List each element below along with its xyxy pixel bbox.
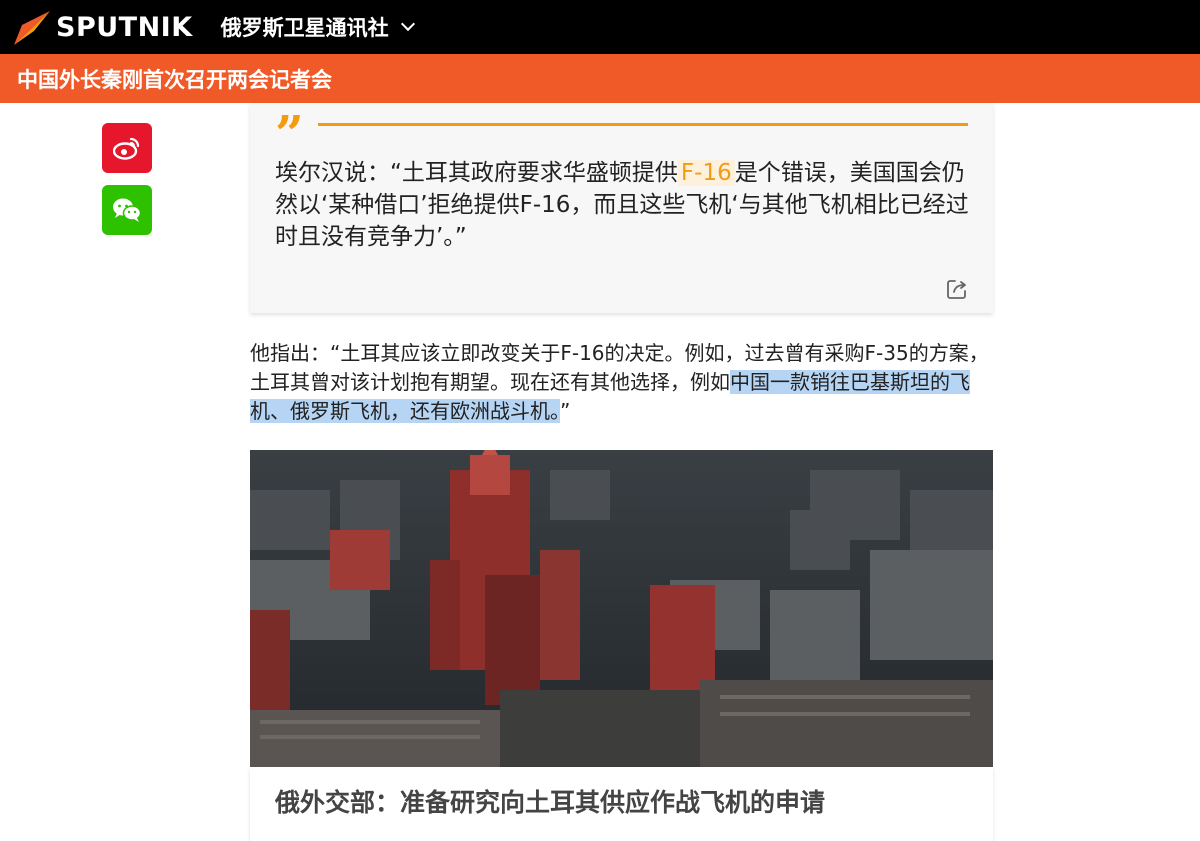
quote-text-start: 埃尔汉说：“土耳其政府要求华盛顿提供 bbox=[275, 160, 678, 186]
edition-selector[interactable]: 俄罗斯卫星通讯社 bbox=[220, 12, 415, 42]
top-bar: SPUTNIK 俄罗斯卫星通讯社 bbox=[0, 0, 1200, 54]
sputnik-logo[interactable]: SPUTNIK bbox=[12, 7, 193, 47]
related-article-title[interactable]: 俄外交部：准备研究向土耳其供应作战飞机的申请 bbox=[275, 783, 825, 819]
quote-divider bbox=[318, 123, 968, 126]
quote-text: 埃尔汉说：“土耳其政府要求华盛顿提供 F-16 是个错误，美国国会仍然以‘某种借口’… bbox=[275, 157, 975, 253]
wechat-icon bbox=[113, 198, 142, 222]
banner-title: 中国外长秦刚首次召开两会记者会 bbox=[17, 67, 332, 92]
article-paragraph: 他指出：“土耳其应该立即改变关于F-16的决定。例如，过去曾有采购F-35的方案… bbox=[250, 339, 995, 426]
weibo-icon bbox=[113, 137, 140, 160]
quote-card: ” 埃尔汉说：“土耳其政府要求华盛顿提供 F-16 是个错误，美国国会仍然以‘某种借… bbox=[250, 103, 993, 313]
share-quote-icon[interactable] bbox=[946, 278, 968, 300]
sputnik-logo-icon bbox=[14, 11, 50, 45]
city-skyline-image bbox=[250, 450, 993, 767]
related-article-image[interactable] bbox=[250, 450, 993, 767]
share-wechat-button[interactable] bbox=[102, 185, 152, 235]
related-article-card[interactable]: 俄外交部：准备研究向土耳其供应作战飞机的申请 bbox=[250, 767, 993, 841]
share-weibo-button[interactable] bbox=[102, 123, 152, 173]
quote-mark-icon: ” bbox=[275, 104, 304, 163]
quote-tag-link[interactable]: F-16 bbox=[677, 160, 735, 186]
chevron-down-icon bbox=[400, 16, 415, 32]
brand-name: SPUTNIK bbox=[56, 11, 193, 43]
edition-label: 俄罗斯卫星通讯社 bbox=[220, 16, 389, 40]
paragraph-text-end: ” bbox=[560, 399, 571, 423]
topic-banner[interactable]: 中国外长秦刚首次召开两会记者会 bbox=[0, 54, 1200, 103]
